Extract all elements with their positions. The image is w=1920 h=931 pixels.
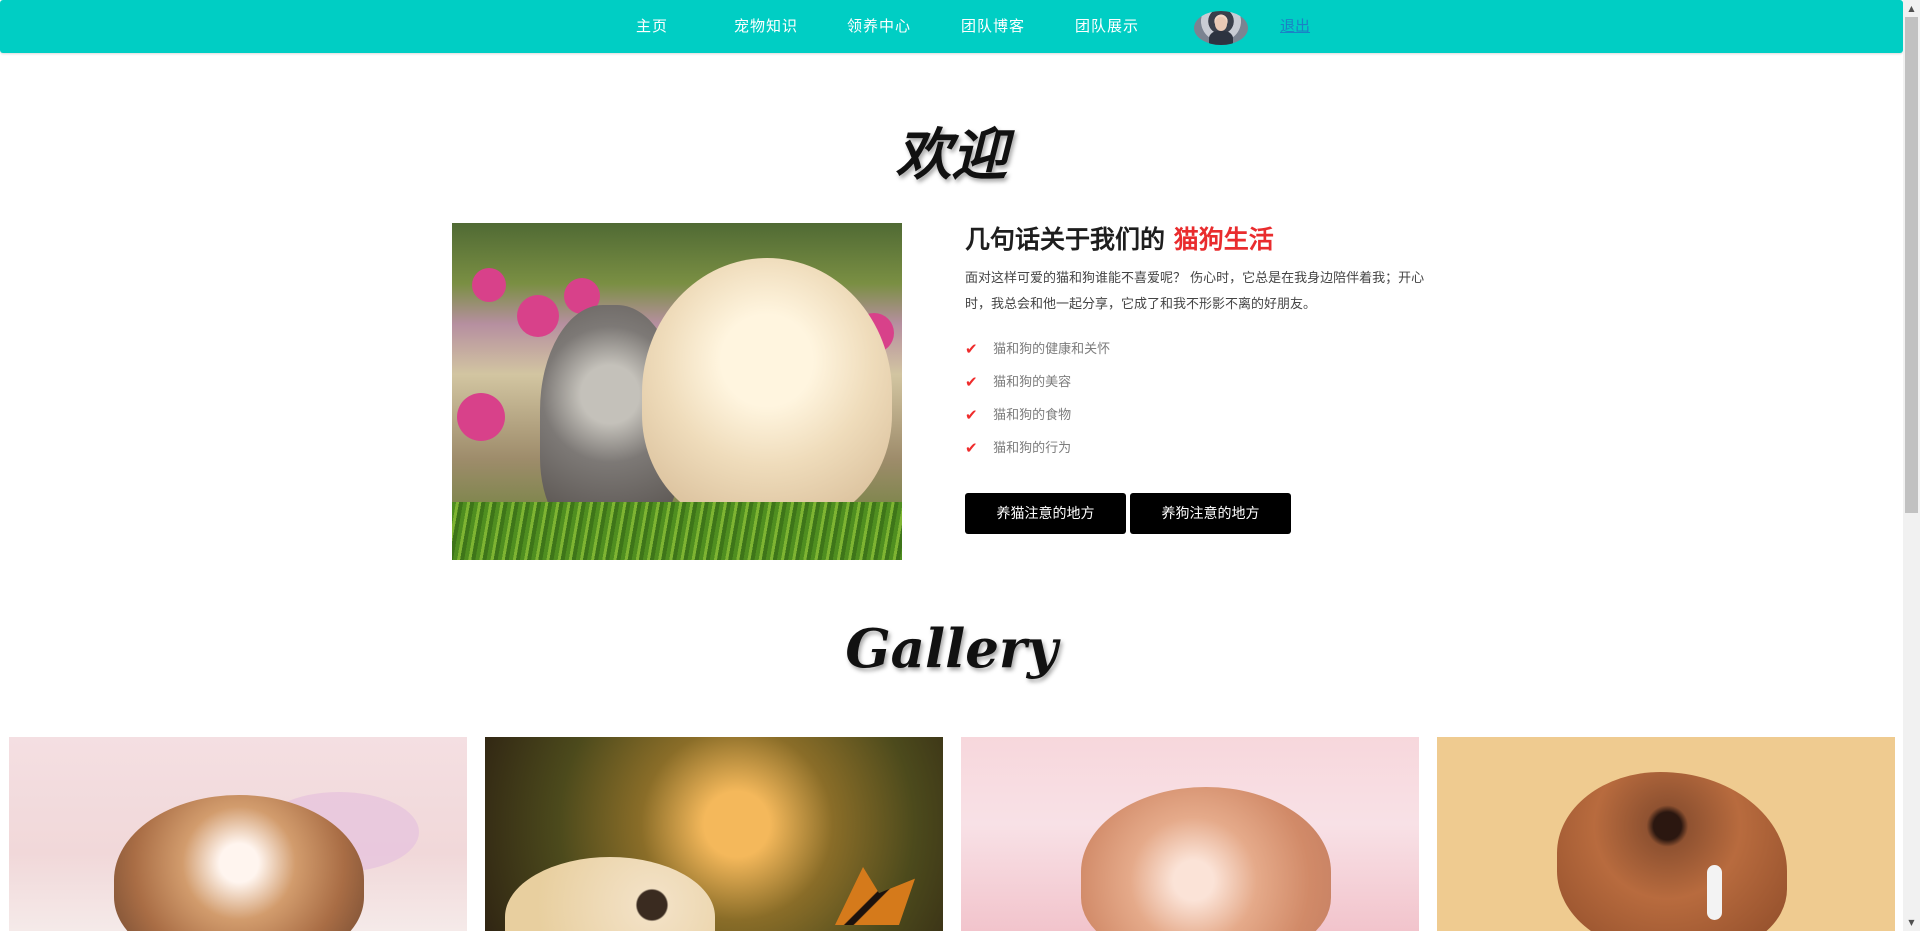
checkmark-icon: ✔: [965, 439, 978, 457]
page: 主页 宠物知识 领养中心 团队博客 团队展示 退出 欢迎 几句话关于我们的 猫狗…: [0, 0, 1920, 931]
avatar-face: [1215, 17, 1227, 31]
checkmark-icon: ✔: [965, 406, 978, 424]
checkmark-icon: ✔: [965, 340, 978, 358]
nav-pet-knowledge-link[interactable]: 宠物知识: [734, 0, 798, 53]
feature-item: ✔ 猫和狗的行为: [965, 437, 1110, 470]
gallery-image-kitten[interactable]: [9, 737, 467, 931]
checkmark-icon: ✔: [965, 373, 978, 391]
grass-foreground: [452, 502, 902, 560]
nav-home-link[interactable]: 主页: [636, 0, 668, 53]
feature-item: ✔ 猫和狗的健康和关怀: [965, 338, 1110, 371]
feature-label: 猫和狗的行为: [993, 441, 1072, 456]
gallery-title: Gallery: [845, 618, 1058, 680]
feature-item: ✔ 猫和狗的食物: [965, 404, 1110, 437]
logout-link[interactable]: 退出: [1280, 0, 1310, 53]
intro-heading-prefix: 几句话关于我们的: [965, 225, 1174, 254]
feature-label: 猫和狗的美容: [993, 375, 1072, 390]
puppy-figure: [642, 258, 892, 528]
cat-dog-hero-image: [452, 223, 902, 560]
gallery-image-puppy-butterfly[interactable]: [485, 737, 943, 931]
gallery-image-dog-headphones[interactable]: [1437, 737, 1895, 931]
vertical-scrollbar[interactable]: ▲ ▼: [1903, 0, 1920, 931]
nav-adoption-center-link[interactable]: 领养中心: [847, 0, 911, 53]
intro-paragraph: 面对这样可爱的猫和狗谁能不喜爱呢？ 伤心时，它总是在我身边陪伴着我；开心时，我总…: [965, 271, 1425, 312]
puppy-face: [505, 857, 715, 931]
scrollbar-thumb[interactable]: [1905, 17, 1918, 513]
gallery-image-two-kittens[interactable]: [961, 737, 1419, 931]
nav-team-blog-link[interactable]: 团队博客: [961, 0, 1025, 53]
cat-care-button[interactable]: 养猫注意的地方: [965, 493, 1126, 534]
feature-item: ✔ 猫和狗的美容: [965, 371, 1110, 404]
welcome-title: 欢迎: [895, 122, 1008, 188]
dog-care-button[interactable]: 养狗注意的地方: [1130, 493, 1291, 534]
nav-team-show-link[interactable]: 团队展示: [1075, 0, 1139, 53]
flower-decoration: [472, 268, 506, 302]
headphones-icon: [1707, 865, 1722, 920]
top-navbar: 主页 宠物知识 领养中心 团队博客 团队展示 退出: [0, 0, 1903, 53]
dog-head-figure: [1557, 772, 1787, 931]
flower-decoration: [457, 393, 505, 441]
kittens-figure: [1081, 787, 1331, 931]
feature-label: 猫和狗的食物: [993, 408, 1072, 423]
feature-label: 猫和狗的健康和关怀: [993, 342, 1111, 357]
scroll-down-arrow-icon[interactable]: ▼: [1903, 914, 1920, 931]
user-avatar-icon[interactable]: [1194, 11, 1248, 45]
intro-heading-highlight: 猫狗生活: [1173, 225, 1274, 254]
butterfly-icon: [835, 867, 915, 925]
flower-decoration: [517, 295, 559, 337]
scroll-up-arrow-icon[interactable]: ▲: [1903, 0, 1920, 17]
gallery-grid: [9, 737, 1895, 931]
feature-list: ✔ 猫和狗的健康和关怀 ✔ 猫和狗的美容 ✔ 猫和狗的食物 ✔ 猫和狗的行为: [965, 338, 1110, 470]
avatar-body: [1209, 31, 1233, 45]
intro-heading: 几句话关于我们的 猫狗生活: [965, 220, 1274, 256]
